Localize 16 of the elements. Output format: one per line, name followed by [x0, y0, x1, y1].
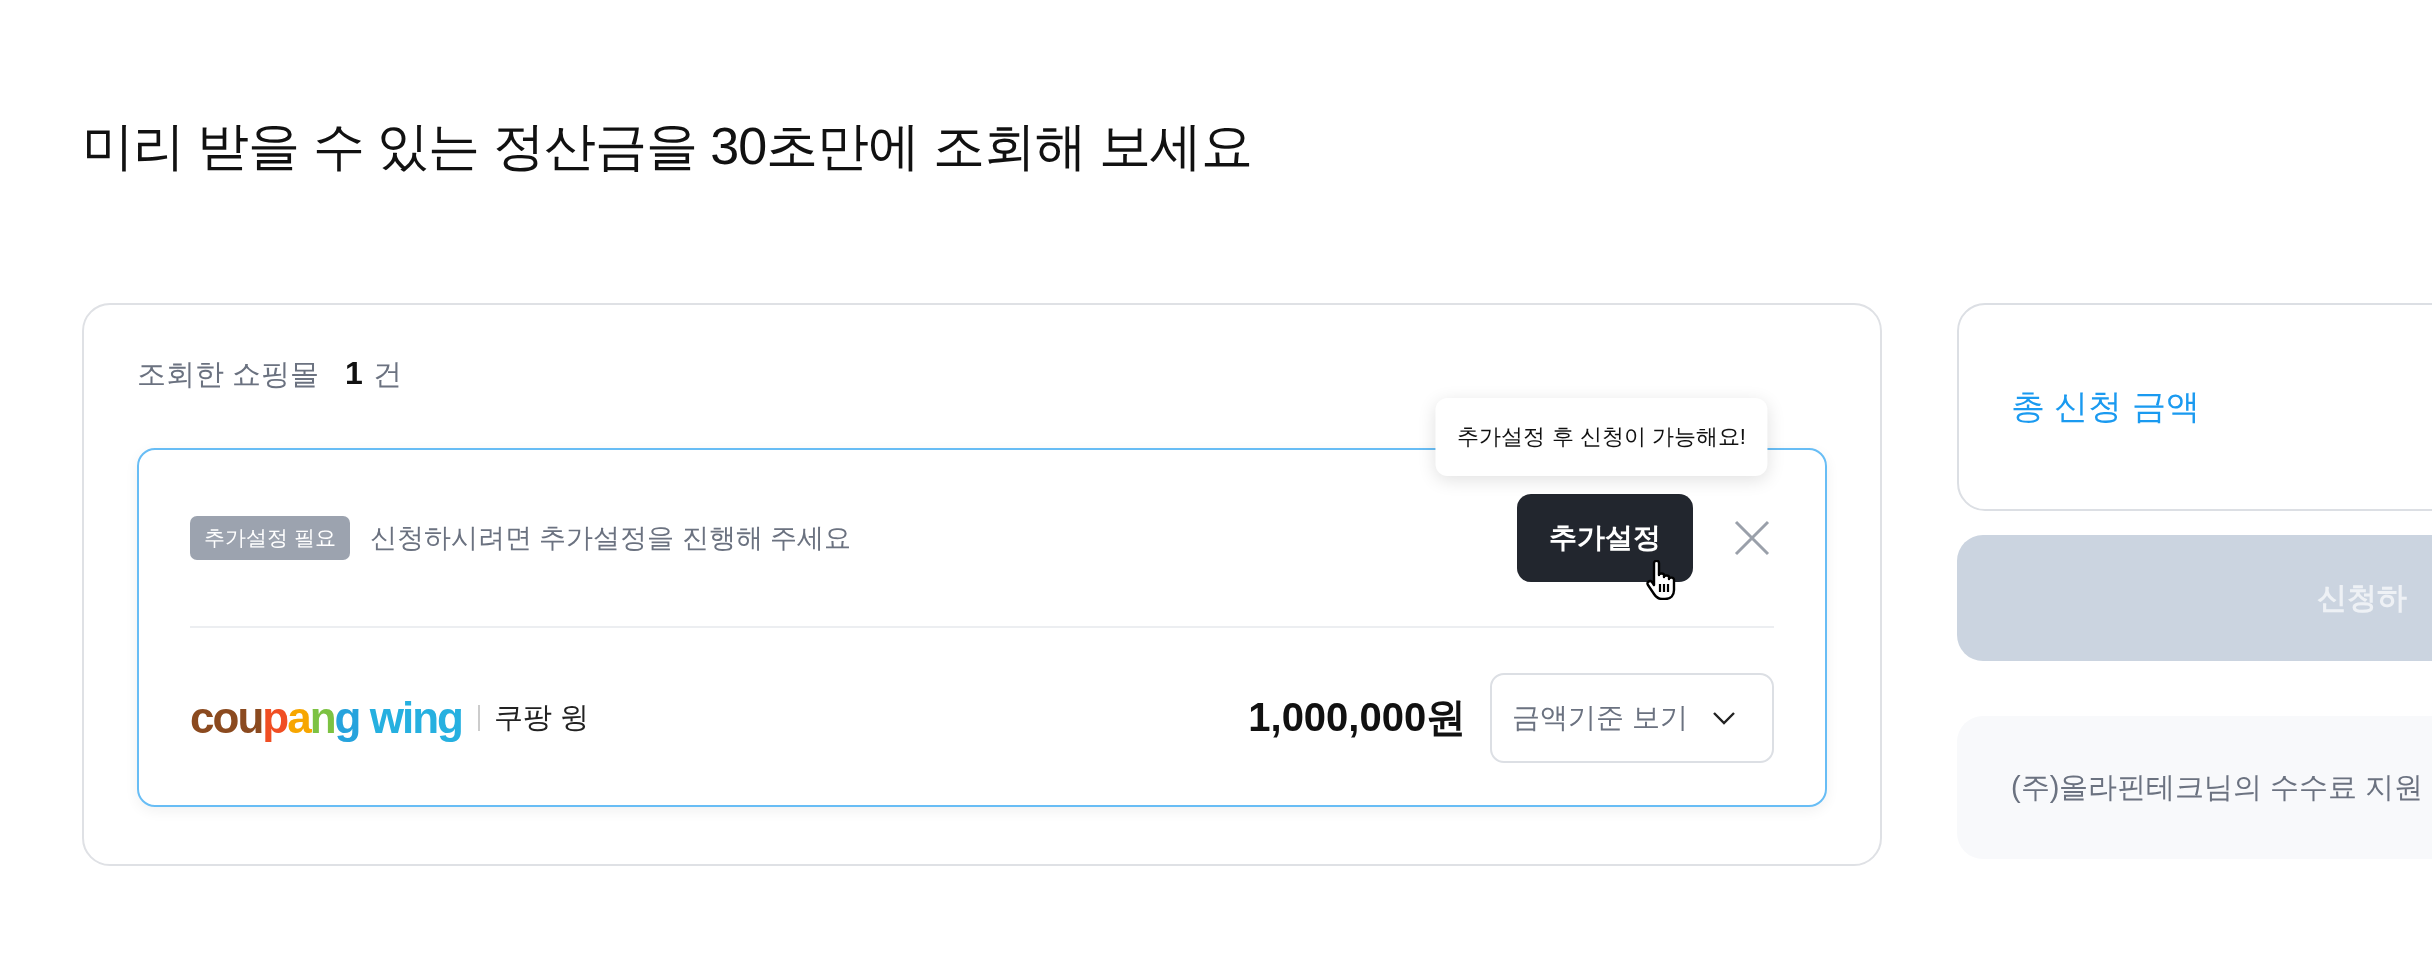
status-message: 신청하시려면 추가설정을 진행해 주세요	[369, 522, 852, 555]
amount: 1,000,000원	[1248, 694, 1467, 741]
chevron-down-icon	[1712, 710, 1736, 725]
view-dropdown[interactable]: 금액기준 보기	[1490, 672, 1774, 763]
notice-text: (주)올라핀테크님의 수수료 지원	[2011, 769, 2424, 805]
mall-count: 1	[345, 355, 363, 392]
tooltip: 추가설정 후 신청이 가능해요!	[1435, 398, 1768, 476]
page-title: 미리 받을 수 있는 정산금을 30초만에 조회해 보세요	[82, 116, 1253, 177]
total-label: 총 신청 금액	[2011, 386, 2200, 427]
coupang-wing-logo: coupang wing	[190, 692, 462, 743]
close-icon[interactable]	[1733, 519, 1771, 557]
mall-name: 쿠팡 윙	[493, 699, 589, 735]
count-unit: 건	[372, 357, 402, 392]
status-badge: 추가설정 필요	[190, 516, 350, 560]
settings-button[interactable]: 추가설정	[1517, 494, 1693, 582]
summary-label: 조회한 쇼핑몰	[137, 357, 320, 392]
